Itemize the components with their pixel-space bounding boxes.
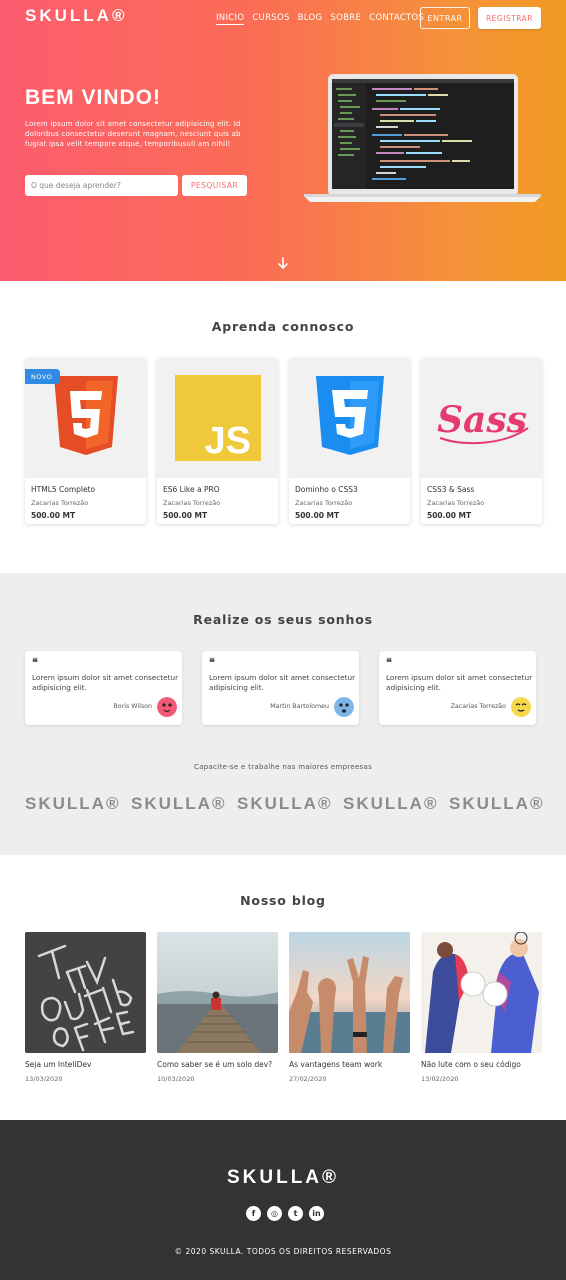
course-image: JS: [157, 358, 278, 478]
blog-post-title[interactable]: Como saber se é um solo dev?: [157, 1060, 272, 1069]
course-card[interactable]: Dominho o CSS3 Zacarias Torrezão 500.00 …: [289, 358, 410, 524]
search-button[interactable]: PESQUISAR: [182, 175, 247, 196]
course-name: ES6 Like a PRO: [163, 485, 220, 494]
course-image: [289, 358, 410, 478]
blog-image[interactable]: [25, 932, 146, 1053]
svg-text:JS: JS: [204, 420, 250, 461]
nav-item-cursos[interactable]: CURSOS: [252, 13, 289, 25]
sass-icon: Sass: [437, 399, 529, 445]
course-price: 500.00 MT: [163, 511, 208, 520]
course-price: 500.00 MT: [295, 511, 340, 520]
testimonial-author: Boris Wilson: [113, 703, 152, 710]
courses-title: Aprenda connosco: [211, 319, 355, 334]
blog-post-date: 10/03/2020: [157, 1075, 195, 1083]
course-author: Zacarias Torrezão: [31, 499, 89, 507]
register-button[interactable]: REGISTRAR: [478, 7, 541, 29]
course-name: Dominho o CSS3: [295, 485, 358, 494]
testimonial-card: ❝ Lorem ipsum dolor sit amet consectetur…: [202, 651, 359, 725]
brand-logo[interactable]: SKULLA®: [25, 6, 127, 26]
avatar: [334, 697, 354, 717]
twitter-icon[interactable]: t: [288, 1206, 303, 1221]
testimonial-text: Lorem ipsum dolor sit amet consectetur a…: [209, 673, 356, 692]
hero-section: SKULLA® INICIO CURSOS BLOG SOBRE CONTACT…: [0, 0, 566, 281]
search-input[interactable]: [25, 175, 178, 196]
course-card[interactable]: JS ES6 Like a PRO Zacarias Torrezão 500.…: [157, 358, 278, 524]
blog-post-title[interactable]: Não lute com o seu código: [421, 1060, 521, 1069]
facebook-icon[interactable]: f: [246, 1206, 261, 1221]
nav-item-contactos[interactable]: CONTACTOS: [369, 13, 424, 25]
html5-icon: [53, 376, 118, 455]
main-nav: INICIO CURSOS BLOG SOBRE CONTACTOS: [216, 13, 424, 25]
arrow-down-icon[interactable]: [276, 256, 290, 270]
blog-post-title[interactable]: Seja um InteliDev: [25, 1060, 91, 1069]
course-name: HTML5 Completo: [31, 485, 96, 494]
course-author: Zacarias Torrezão: [427, 499, 485, 507]
blog-title: Nosso blog: [240, 893, 326, 908]
js-icon: JS: [174, 375, 261, 461]
css3-icon: [315, 376, 384, 455]
nav-item-sobre[interactable]: SOBRE: [330, 13, 361, 25]
course-author: Zacarias Torrezão: [163, 499, 221, 507]
footer-logo: SKULLA®: [226, 1167, 340, 1188]
testimonial-text: Lorem ipsum dolor sit amet consectetur a…: [386, 673, 533, 692]
hero-title: BEM VINDO!: [25, 86, 161, 109]
blog-image[interactable]: [421, 932, 542, 1053]
blog-image[interactable]: [289, 932, 410, 1053]
social-links: f ◎ t in: [246, 1206, 324, 1221]
course-price: 500.00 MT: [31, 511, 76, 520]
blog-image[interactable]: [157, 932, 278, 1053]
partner-logo: SKULLA®: [237, 794, 333, 813]
nav-item-blog[interactable]: BLOG: [298, 13, 323, 25]
svg-text:Sass: Sass: [437, 399, 527, 441]
testimonial-card: ❝ Lorem ipsum dolor sit amet consectetur…: [379, 651, 536, 725]
testimonial-author: Martin Bartolomeu: [270, 703, 329, 710]
partner-logo: SKULLA®: [449, 794, 545, 813]
course-card[interactable]: NOVO HTML5 Completo Zacarias Torrezão 50…: [25, 358, 146, 524]
course-image: NOVO: [25, 358, 146, 478]
copyright-text: © 2020 SKULLA. TODOS OS DIREITOS RESERVA…: [174, 1247, 392, 1256]
blog-post-date: 13/03/2020: [25, 1075, 63, 1083]
instagram-icon[interactable]: ◎: [267, 1206, 282, 1221]
partner-logo: SKULLA®: [25, 794, 121, 813]
course-image: Sass: [421, 358, 542, 478]
avatar: [157, 697, 177, 717]
course-card[interactable]: Sass CSS3 & Sass Zacarias Torrezão 500.0…: [421, 358, 542, 524]
partners-title: Capacite-se e trabalhe nas maiores empre…: [193, 763, 373, 771]
blog-post-title[interactable]: As vantagens team work: [289, 1060, 382, 1069]
footer: [0, 1120, 566, 1280]
login-button[interactable]: ENTRAR: [420, 7, 470, 29]
linkedin-icon[interactable]: in: [309, 1206, 324, 1221]
quote-icon: ❝: [32, 656, 38, 669]
quote-icon: ❝: [386, 656, 392, 669]
laptop-illustration: [304, 74, 541, 202]
quote-icon: ❝: [209, 656, 215, 669]
dreams-title: Realize os seus sonhos: [193, 612, 373, 627]
testimonial-text: Lorem ipsum dolor sit amet consectetur a…: [32, 673, 179, 692]
testimonial-author: Zacarias Torrezão: [450, 703, 506, 710]
course-price: 500.00 MT: [427, 511, 472, 520]
course-name: CSS3 & Sass: [427, 485, 475, 494]
partner-logo: SKULLA®: [343, 794, 439, 813]
partner-logo: SKULLA®: [131, 794, 227, 813]
blog-post-date: 13/02/2020: [421, 1075, 459, 1083]
nav-item-inicio[interactable]: INICIO: [216, 13, 245, 25]
testimonial-card: ❝ Lorem ipsum dolor sit amet consectetur…: [25, 651, 182, 725]
blog-post-date: 27/02/2020: [289, 1075, 327, 1083]
avatar: [511, 697, 531, 717]
course-author: Zacarias Torrezão: [295, 499, 353, 507]
new-badge: NOVO: [25, 369, 61, 384]
hero-text: Lorem ipsum dolor sit amet consectetur a…: [25, 120, 241, 148]
